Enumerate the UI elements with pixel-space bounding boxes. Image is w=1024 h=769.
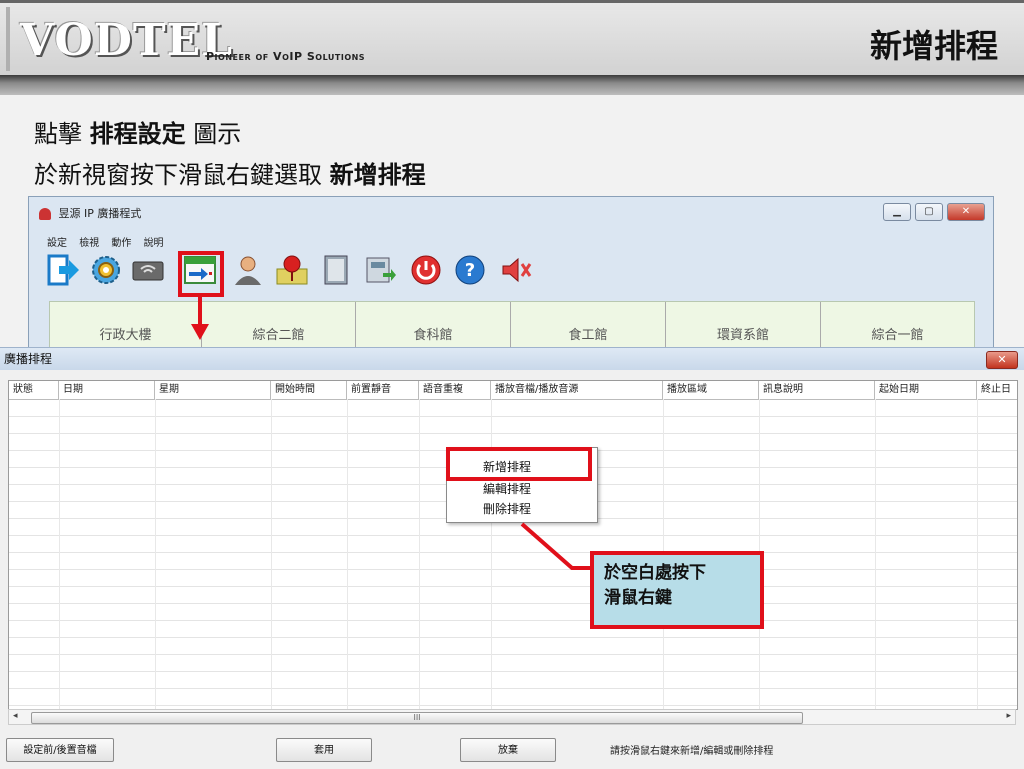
tagline: Pioneer of VoIP Solutions (206, 50, 366, 63)
table-row[interactable] (9, 637, 1017, 655)
scroll-right-icon[interactable]: ▸ (1006, 711, 1011, 721)
svg-text:?: ? (465, 260, 475, 281)
column-header[interactable]: 播放區域 (663, 381, 759, 399)
app-title: 昱源 IP 廣播程式 (58, 207, 142, 220)
context-menu: 新增排程 編輯排程 刪除排程 (446, 447, 598, 523)
column-header[interactable]: 日期 (59, 381, 155, 399)
column-header[interactable]: 狀態 (9, 381, 59, 399)
speaker-icon[interactable] (499, 253, 533, 287)
column-header[interactable]: 播放音檔/播放音源 (491, 381, 663, 399)
column-header[interactable]: 終止日 (977, 381, 1017, 399)
callout-line: 於空白處按下 (604, 563, 706, 583)
instruction-line-1: 點擊 排程設定 圖示 (34, 114, 241, 149)
app-menubar: 設定 檢視 動作 說明 (47, 234, 173, 249)
menu-help[interactable]: 說明 (144, 238, 164, 249)
dialog-close-button[interactable]: ✕ (986, 351, 1018, 369)
menu-view[interactable]: 檢視 (79, 238, 99, 249)
column-header[interactable]: 星期 (155, 381, 271, 399)
instruction-emphasis: 排程設定 (89, 120, 186, 148)
table-row[interactable] (9, 416, 1017, 434)
callout-connector (520, 522, 592, 570)
instruction-text: 於新視窗按下滑鼠右鍵選取 (34, 161, 322, 189)
header-divider (0, 75, 1024, 95)
instruction-emphasis: 新增排程 (329, 161, 426, 189)
cancel-button[interactable]: 放棄 (460, 738, 556, 762)
grid-header: 狀態 日期 星期 開始時間 前置靜音 語音重複 播放音檔/播放音源 播放區域 訊… (9, 381, 1017, 400)
apply-button[interactable]: 套用 (276, 738, 372, 762)
device-icon[interactable] (131, 253, 165, 287)
table-row[interactable] (9, 399, 1017, 417)
callout-box: 於空白處按下 滑鼠右鍵 (590, 551, 764, 629)
table-row[interactable] (9, 671, 1017, 689)
schedule-icon-highlight (178, 251, 224, 297)
pointer-arrow (191, 296, 209, 340)
menu-action[interactable]: 動作 (111, 238, 131, 249)
column-divider (59, 399, 60, 709)
column-header[interactable]: 語音重複 (419, 381, 491, 399)
column-header[interactable]: 前置靜音 (347, 381, 419, 399)
menu-settings[interactable]: 設定 (47, 238, 67, 249)
column-divider (491, 399, 492, 709)
column-divider (419, 399, 420, 709)
gear-icon[interactable] (89, 253, 123, 287)
book-icon[interactable] (319, 253, 353, 287)
column-divider (875, 399, 876, 709)
window-controls: ▁ ▢ ✕ (879, 203, 985, 222)
help-icon[interactable]: ? (453, 253, 487, 287)
menu-item-delete-schedule[interactable]: 刪除排程 (483, 500, 531, 517)
table-row[interactable] (9, 535, 1017, 553)
app-window: 昱源 IP 廣播程式 ▁ ▢ ✕ 設定 檢視 動作 說明 ? 行政大樓 綜合二館… (28, 196, 994, 358)
slide-header: VODTEL Pioneer of VoIP Solutions 新增排程 (0, 0, 1024, 75)
dialog-title: 廣播排程 (0, 348, 1024, 370)
status-text: 請按滑鼠右鍵來新增/編輯或刪除排程 (610, 746, 774, 757)
schedule-grid[interactable]: 狀態 日期 星期 開始時間 前置靜音 語音重複 播放音檔/播放音源 播放區域 訊… (8, 380, 1018, 710)
column-divider (977, 399, 978, 709)
maximize-button[interactable]: ▢ (915, 203, 943, 221)
pin-icon[interactable] (275, 253, 309, 287)
table-row[interactable] (9, 586, 1017, 604)
slide-title: 新增排程 (869, 27, 998, 65)
instruction-text: 圖示 (193, 120, 242, 148)
menu-item-highlight (446, 447, 592, 481)
scroll-thumb[interactable]: III (31, 712, 803, 724)
user-icon[interactable] (231, 253, 265, 287)
instruction-line-2: 於新視窗按下滑鼠右鍵選取 新增排程 (34, 155, 426, 190)
exit-icon[interactable] (47, 253, 81, 287)
column-divider (155, 399, 156, 709)
callout-line: 滑鼠右鍵 (604, 588, 672, 608)
table-row[interactable] (9, 688, 1017, 706)
column-header[interactable]: 起始日期 (875, 381, 977, 399)
table-row[interactable] (9, 603, 1017, 621)
phone-icon[interactable] (363, 253, 397, 287)
header-inner: VODTEL Pioneer of VoIP Solutions 新增排程 (6, 7, 1024, 71)
column-divider (271, 399, 272, 709)
column-divider (347, 399, 348, 709)
table-row[interactable] (9, 569, 1017, 587)
scroll-left-icon[interactable]: ◂ (13, 711, 18, 721)
schedule-dialog: 廣播排程 ✕ 狀態 日期 星期 開始時間 前置靜音 語音重複 播放音檔/播放音源… (0, 347, 1024, 769)
column-header[interactable]: 訊息說明 (759, 381, 875, 399)
table-row[interactable] (9, 552, 1017, 570)
menu-item-edit-schedule[interactable]: 編輯排程 (483, 480, 531, 497)
app-title-bar: 昱源 IP 廣播程式 (39, 205, 141, 221)
instruction-text: 點擊 (34, 120, 82, 148)
table-row[interactable] (9, 654, 1017, 672)
table-row[interactable] (9, 620, 1017, 638)
close-button[interactable]: ✕ (947, 203, 985, 221)
power-icon[interactable] (409, 253, 443, 287)
vodtel-logo: VODTEL (20, 15, 234, 66)
minimize-button[interactable]: ▁ (883, 203, 911, 221)
pre-post-audio-button[interactable]: 設定前/後置音檔 (6, 738, 114, 762)
app-icon (39, 208, 51, 220)
column-header[interactable]: 開始時間 (271, 381, 347, 399)
horizontal-scrollbar[interactable]: ◂ III ▸ (8, 709, 1016, 725)
